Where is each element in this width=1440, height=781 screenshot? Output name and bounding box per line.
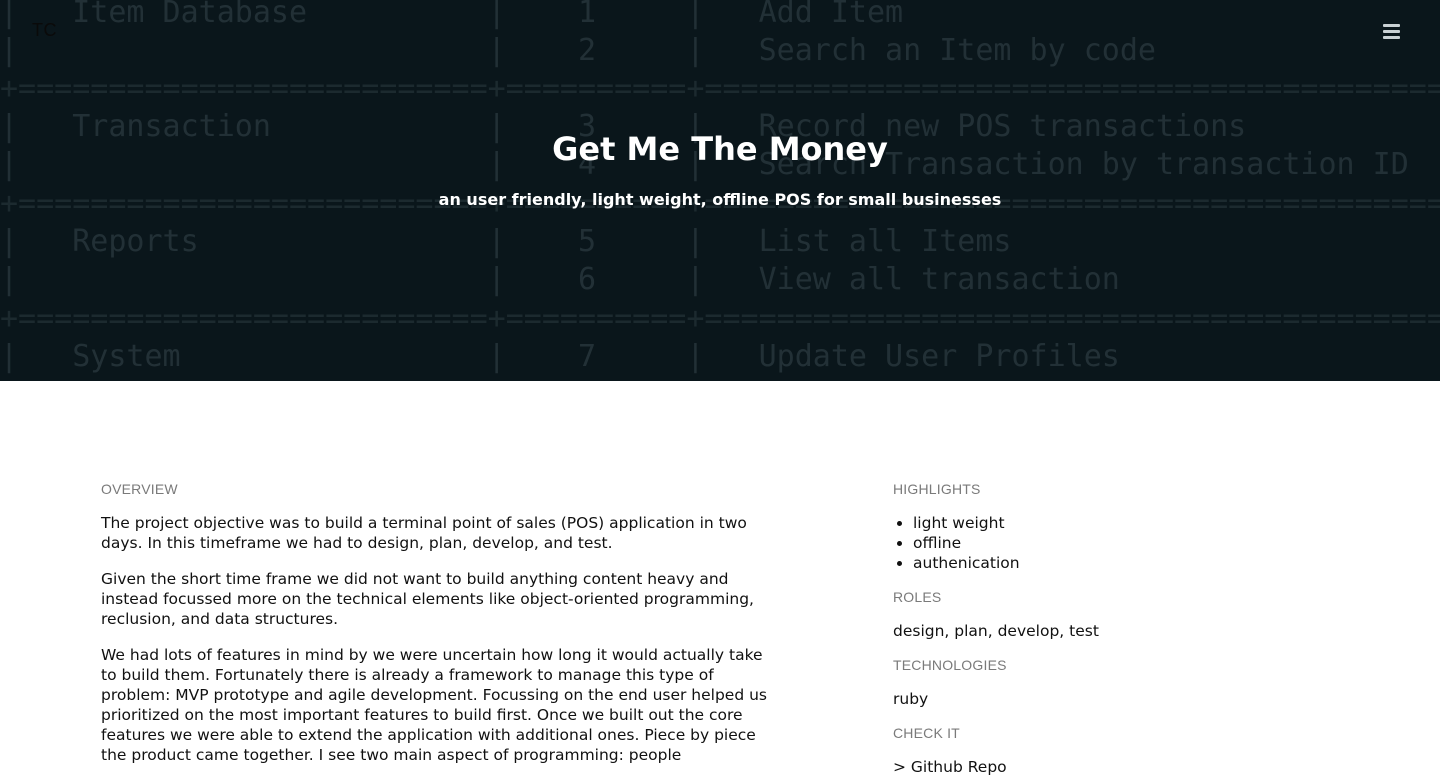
- technologies-heading: TECHNOLOGIES: [893, 657, 1007, 673]
- highlights-list: light weight offline authenication: [893, 513, 1333, 573]
- github-repo-link[interactable]: > Github Repo: [893, 758, 1007, 776]
- overview-paragraph: We had lots of features in mind by we we…: [101, 646, 768, 764]
- overview-heading: OVERVIEW: [101, 481, 178, 497]
- roles-heading: ROLES: [893, 589, 942, 605]
- overview-paragraph: Given the short time frame we did not wa…: [101, 570, 754, 628]
- page-title: Get Me The Money: [552, 130, 888, 168]
- overview-column: OVERVIEW The project objective was to bu…: [101, 481, 773, 781]
- menu-bar: [1383, 36, 1400, 39]
- highlights-heading: HIGHLIGHTS: [893, 481, 981, 497]
- page-subtitle: an user friendly, light weight, offline …: [438, 190, 1002, 209]
- menu-bar: [1383, 24, 1400, 27]
- technologies-value: ruby: [893, 690, 929, 708]
- hamburger-menu-icon[interactable]: [1383, 24, 1400, 39]
- site-logo[interactable]: TC: [32, 20, 57, 41]
- hero-banner: | Item Database | 1 | Add Item | | | 2 |…: [0, 0, 1440, 381]
- overview-paragraph: The project objective was to build a ter…: [101, 514, 747, 552]
- check-it-heading: CHECK IT: [893, 725, 960, 741]
- menu-bar: [1383, 30, 1400, 33]
- list-item: offline: [913, 533, 1333, 553]
- details-column: HIGHLIGHTS light weight offline authenic…: [893, 481, 1333, 777]
- roles-value: design, plan, develop, test: [893, 622, 1099, 640]
- list-item: light weight: [913, 513, 1333, 533]
- list-item: authenication: [913, 553, 1333, 573]
- project-content: OVERVIEW The project objective was to bu…: [0, 381, 1440, 776]
